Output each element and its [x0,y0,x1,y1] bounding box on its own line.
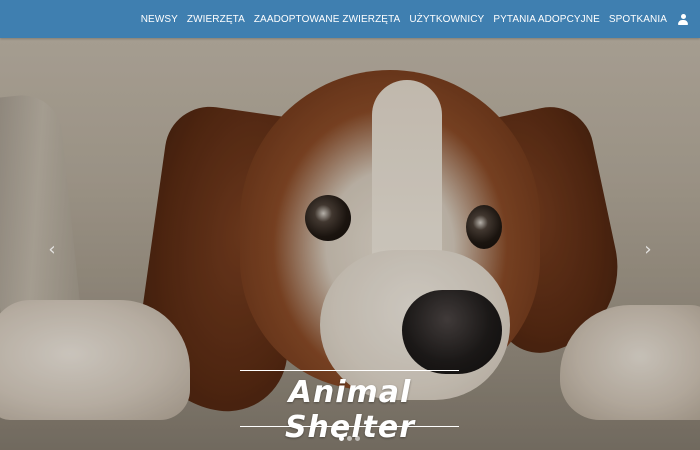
navbar: NEWSY ZWIERZĘTA ZAADOPTOWANE ZWIERZĘTA U… [0,0,700,38]
carousel-next-button[interactable]: › [638,238,658,262]
nav-link-news[interactable]: NEWSY [141,14,178,25]
nav-links: NEWSY ZWIERZĘTA ZAADOPTOWANE ZWIERZĘTA U… [141,0,688,38]
carousel-indicators [339,436,360,441]
carousel-caption-title: Animal Shelter [284,375,416,445]
nav-link-meetings[interactable]: SPOTKANIA [609,14,667,25]
chevron-right-icon: › [644,239,652,260]
carousel-indicator-3[interactable] [355,436,360,441]
nav-link-adoption-questions[interactable]: PYTANIA ADOPCYJNE [493,14,600,25]
nav-link-animals[interactable]: ZWIERZĘTA [187,14,245,25]
carousel-indicator-1[interactable] [339,436,344,441]
caption-divider-top [240,370,459,371]
user-icon[interactable] [678,13,688,25]
caption-divider-bottom [240,426,459,427]
chevron-left-icon: ‹ [48,239,56,260]
carousel-prev-button[interactable]: ‹ [42,238,62,262]
carousel-indicator-2[interactable] [347,436,352,441]
nav-link-adopted-animals[interactable]: ZAADOPTOWANE ZWIERZĘTA [254,14,400,25]
nav-link-users[interactable]: UŻYTKOWNICY [409,14,484,25]
